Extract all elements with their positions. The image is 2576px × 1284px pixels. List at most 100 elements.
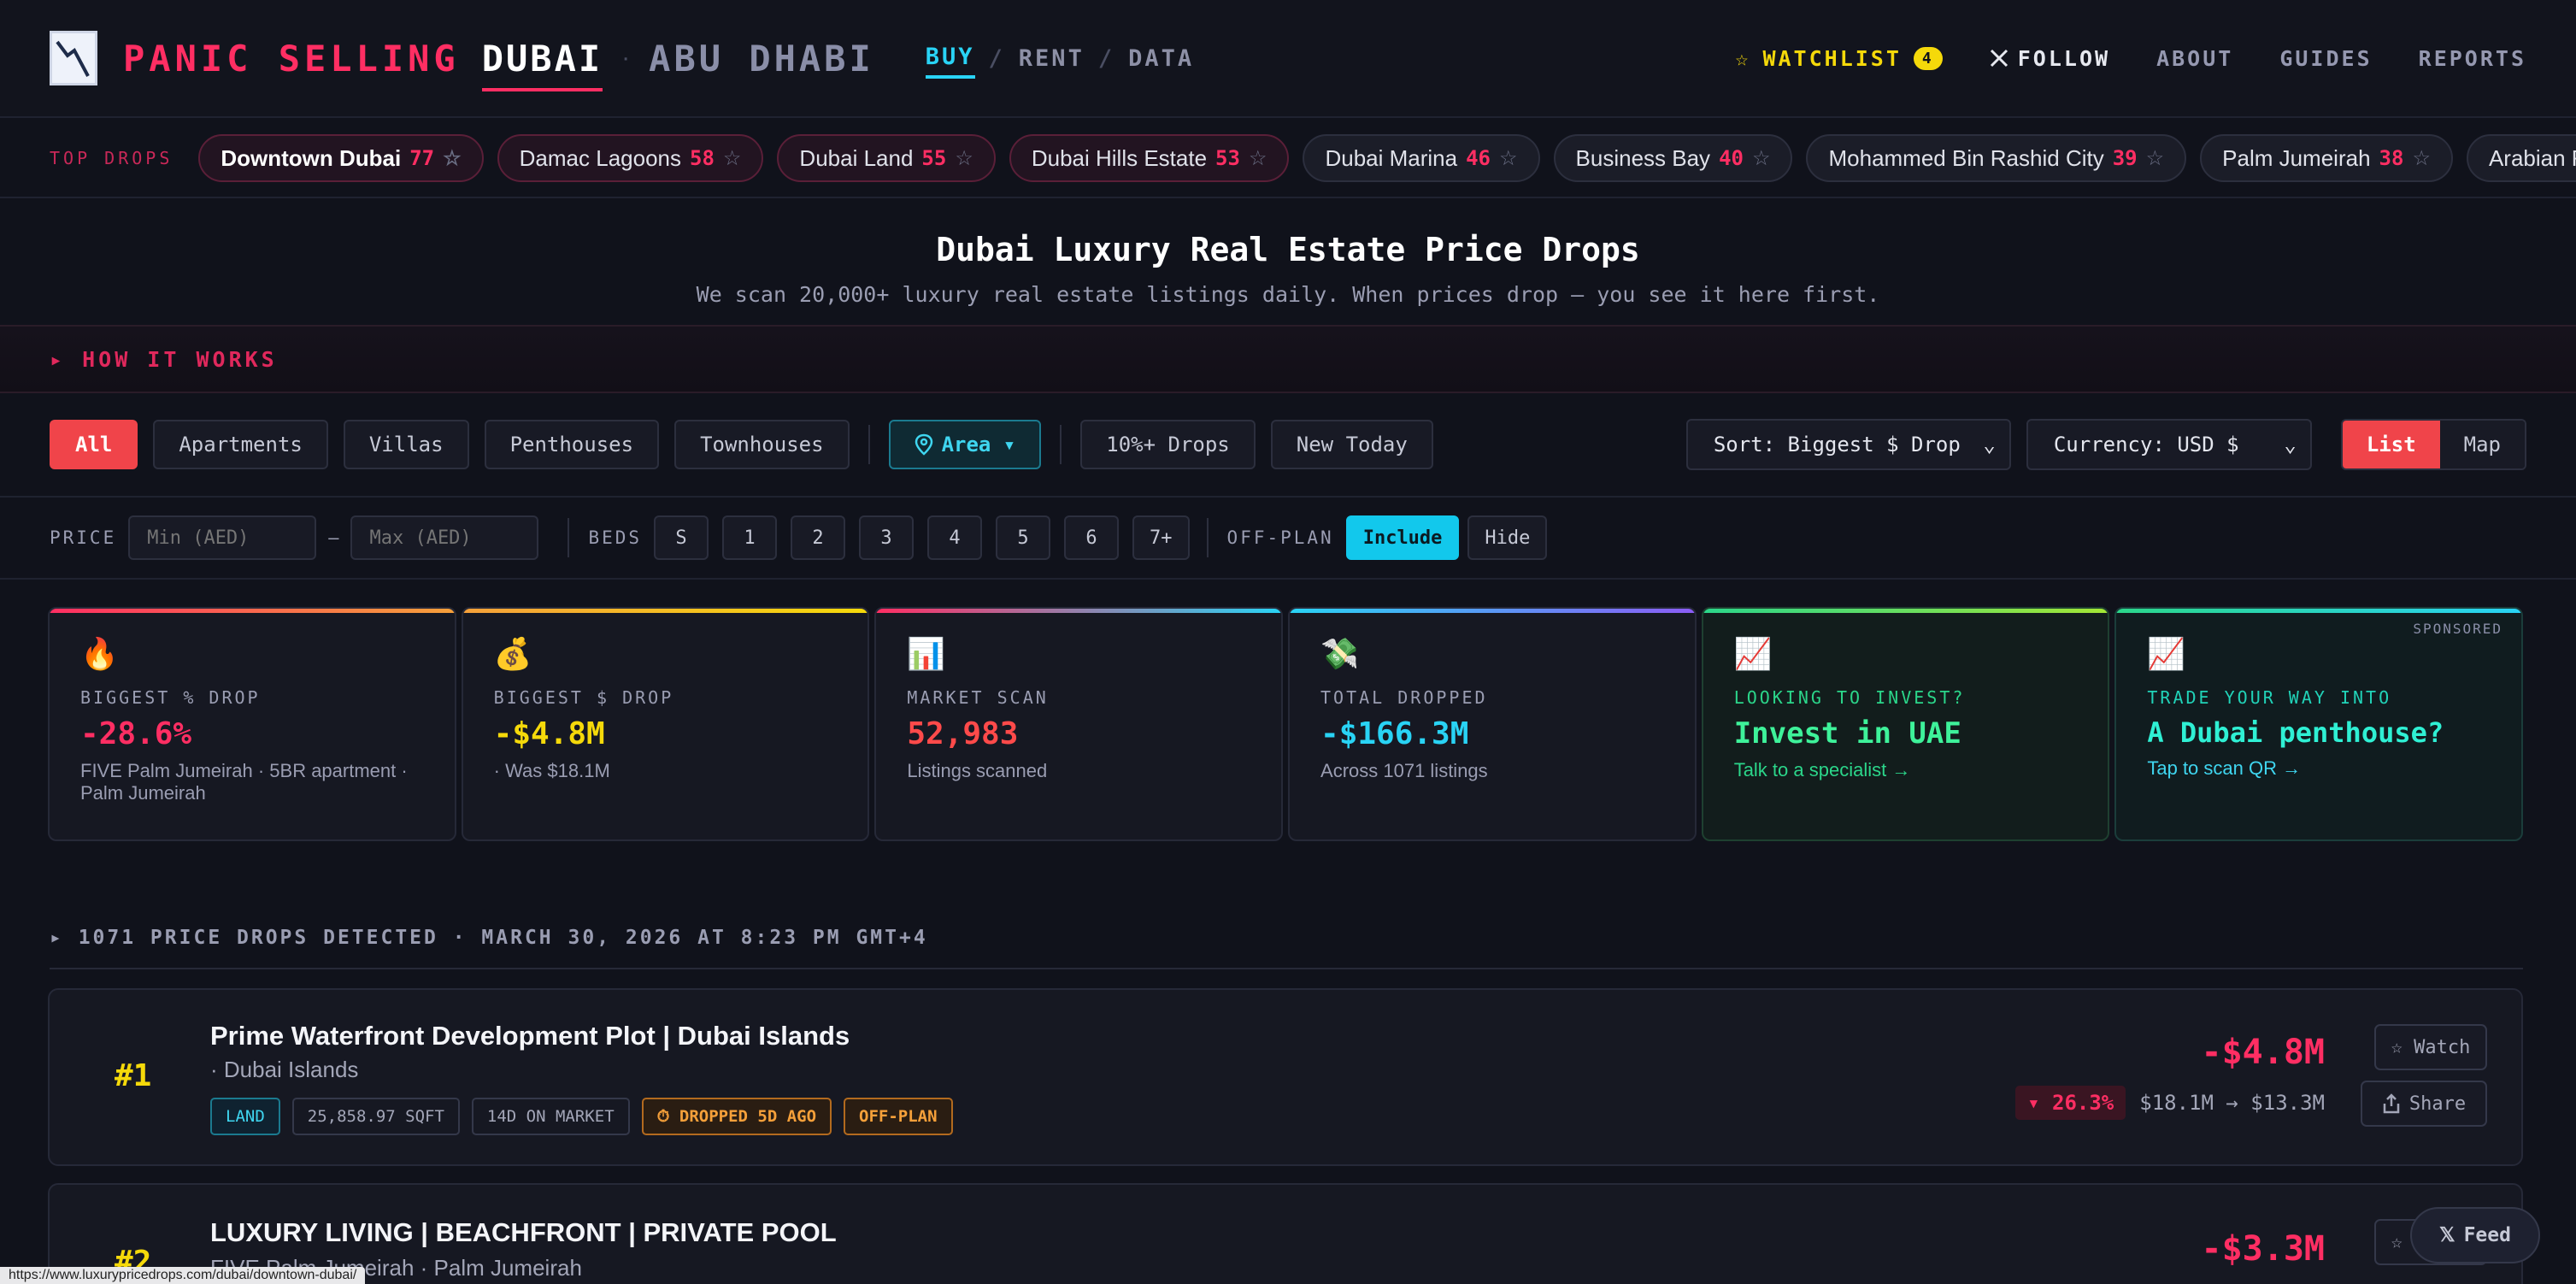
star-icon[interactable]: ☆ [723,146,742,171]
ticker-chip[interactable]: Dubai Marina 46 ☆ [1303,134,1540,182]
view-toggle: List Map [2340,419,2526,470]
star-icon[interactable]: ☆ [955,146,973,171]
card-cta[interactable]: Tap to scan QR → [2147,757,2491,780]
star-icon[interactable]: ☆ [1499,146,1518,171]
filter-townhouses[interactable]: Townhouses [674,420,850,469]
listing-title[interactable]: Prime Waterfront Development Plot | Duba… [210,1021,850,1051]
price-beds-bar: PRICE – BEDS S 1 2 3 4 5 6 7+ OFF-PLAN I… [0,498,2576,580]
how-it-works-toggle[interactable]: ▸ HOW IT WORKS [0,325,2576,393]
stat-card-total-dropped[interactable]: 💸 TOTAL DROPPED -$166.3M Across 1071 lis… [1288,607,1697,841]
listing-title[interactable]: LUXURY LIVING | BEACHFRONT | PRIVATE POO… [210,1217,837,1248]
beds-6[interactable]: 6 [1064,515,1120,560]
card-accent [462,609,868,613]
filter-apartments[interactable]: Apartments [153,420,328,469]
card-label: BIGGEST % DROP [80,687,261,708]
card-value: Invest in UAE [1733,716,1961,751]
star-icon[interactable]: ☆ [443,146,462,171]
main-nav: BUY / RENT / DATA [925,38,1194,79]
beds-7-plus[interactable]: 7+ [1132,515,1190,560]
range-dash: – [328,527,339,548]
guides-link[interactable]: GUIDES [2279,46,2372,71]
offplan-include[interactable]: Include [1345,515,1460,560]
chip-count: 46 [1466,146,1491,170]
card-sub: Across 1071 listings [1320,760,1488,781]
offplan-hide[interactable]: Hide [1467,515,1548,560]
brand-city-dubai[interactable]: DUBAI [481,38,603,91]
area-label: Area ▾ [941,433,1016,456]
filter-penthouses[interactable]: Penthouses [484,420,660,469]
max-price-input[interactable] [350,515,539,560]
nav-buy[interactable]: BUY [925,38,975,79]
ticker-chip[interactable]: Downtown Dubai 77 ☆ [198,134,484,182]
beds-3[interactable]: 3 [859,515,915,560]
star-icon[interactable]: ☆ [2146,146,2165,171]
ticker-chip[interactable]: Arabian Ranches 3 [2466,134,2576,182]
card-accent [876,609,1282,613]
chip-count: 77 [409,146,435,170]
star-icon[interactable]: ☆ [1752,146,1771,171]
view-map[interactable]: Map [2439,421,2525,468]
beds-5[interactable]: 5 [996,515,1051,560]
card-label: BIGGEST $ DROP [493,687,674,708]
currency-select[interactable]: Currency: USD $ ⌄ [2026,419,2312,470]
x-feed-button[interactable]: 𝕏 Feed [2410,1207,2540,1263]
min-price-input[interactable] [128,515,317,560]
star-icon[interactable]: ☆ [1249,146,1267,171]
card-label: MARKET SCAN [907,687,1049,708]
filter-new-today[interactable]: New Today [1270,420,1433,469]
watch-button[interactable]: ☆ Watch [2374,1024,2487,1070]
brand-name[interactable]: PANIC SELLING [123,38,460,80]
card-accent [2116,609,2522,613]
stat-card-biggest-pct[interactable]: 🔥 BIGGEST % DROP -28.6% FIVE Palm Jumeir… [48,607,456,841]
view-list[interactable]: List [2342,421,2440,468]
chip-name: Dubai Hills Estate [1031,144,1208,171]
beds-1[interactable]: 1 [722,515,778,560]
watchlist-label: WATCHLIST [1762,45,1902,71]
card-accent [50,609,455,613]
divider [1206,518,1209,557]
stat-card-biggest-dollar[interactable]: 💰 BIGGEST $ DROP -$4.8M · Was $18.1M [461,607,870,841]
brand-city-abu-dhabi[interactable]: ABU DHABI [649,38,874,80]
card-value: -28.6% [80,716,192,751]
share-button[interactable]: Share [2361,1081,2487,1127]
beds-studio[interactable]: S [654,515,709,560]
ticker-chip[interactable]: Business Bay 40 ☆ [1553,134,1793,182]
beds-4[interactable]: 4 [927,515,983,560]
ticker-chip[interactable]: Dubai Land 55 ☆ [777,134,996,182]
follow-link[interactable]: FOLLOW [1989,46,2110,71]
listing-card[interactable]: #1 Prime Waterfront Development Plot | D… [48,988,2523,1166]
money-wings-icon: 💸 [1320,636,1359,671]
filter-all[interactable]: All [50,420,138,469]
listing-card[interactable]: #2 LUXURY LIVING | BEACHFRONT | PRIVATE … [48,1183,2523,1284]
chip-count: 58 [690,146,715,170]
chip-name: Dubai Marina [1325,144,1458,171]
card-label: TOTAL DROPPED [1320,687,1488,708]
stat-card-market-scan[interactable]: 📊 MARKET SCAN 52,983 Listings scanned [874,607,1284,841]
ticker-chip[interactable]: Damac Lagoons 58 ☆ [497,134,764,182]
sort-select[interactable]: Sort: Biggest $ Drop ⌄ [1685,419,2011,470]
tag-property-type: LAND [210,1098,280,1135]
drop-details: ▾ 26.3% $18.1M → $13.3M [2015,1086,2325,1120]
card-value: 52,983 [907,716,1019,751]
ticker-chip[interactable]: Mohammed Bin Rashid City 39 ☆ [1806,134,2187,182]
nav-rent[interactable]: RENT [1019,40,1085,77]
drop-amount: -$3.3M [2201,1229,2326,1269]
filter-villas[interactable]: Villas [343,420,469,469]
about-link[interactable]: ABOUT [2156,46,2233,71]
chip-name: Downtown Dubai [221,144,402,171]
invest-uae-card[interactable]: 📈 LOOKING TO INVEST? Invest in UAE Talk … [1701,607,2110,841]
reports-link[interactable]: REPORTS [2419,46,2526,71]
nav-data[interactable]: DATA [1128,40,1194,77]
watchlist-link[interactable]: ☆ WATCHLIST 4 [1735,45,1943,71]
card-cta[interactable]: Talk to a specialist → [1734,759,2078,781]
ticker-chip[interactable]: Dubai Hills Estate 53 ☆ [1009,134,1290,182]
ticker-chip[interactable]: Palm Jumeirah 38 ☆ [2200,134,2453,182]
star-icon[interactable]: ☆ [2412,146,2431,171]
sponsored-card[interactable]: SPONSORED 📈 TRADE YOUR WAY INTO A Dubai … [2114,607,2524,841]
area-dropdown[interactable]: Area ▾ [888,420,1042,469]
filter-10pct-drops[interactable]: 10%+ Drops [1080,420,1256,469]
logo-chart-icon[interactable] [50,31,97,85]
bar-chart-icon: 📊 [907,636,946,671]
beds-2[interactable]: 2 [791,515,846,560]
tag-off-plan: OFF-PLAN [844,1098,953,1135]
